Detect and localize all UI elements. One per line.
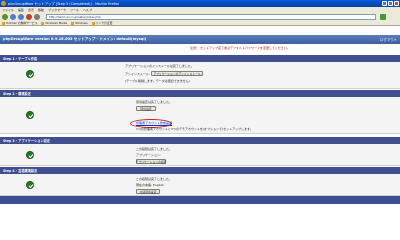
step-3-body xyxy=(0,144,400,166)
window-title: phpGroupWare セットアップ [Step 3 (Completed)]… xyxy=(8,2,120,6)
bookmark-icon xyxy=(91,21,95,25)
step-1-header: Step 1 - テーブル作成 xyxy=(0,55,400,62)
step-3-label: アプリケーション: xyxy=(136,153,161,157)
check-icon xyxy=(26,111,34,119)
window-controls xyxy=(382,1,399,6)
step-4-header: Step 4 - 言語環境設定 xyxy=(0,167,400,174)
manage-applications-button[interactable]: アプリケーションの設定 xyxy=(136,159,166,164)
menu-bookmarks[interactable]: ブックマーク xyxy=(48,8,66,12)
maximize-icon[interactable] xyxy=(388,1,393,6)
firefox-icon xyxy=(1,1,6,6)
back-icon[interactable] xyxy=(2,13,8,20)
bookmark-hotmail[interactable]: Hotmail の無料サービス xyxy=(2,21,37,25)
edit-config-button[interactable]: 環境設定 xyxy=(136,106,156,111)
step-1-status: アプリケーションのインストールは完了しました。 xyxy=(125,64,194,68)
manage-languages-button[interactable]: 言語環境設定 xyxy=(136,189,160,194)
bookmark-windows-media[interactable]: Windows Media xyxy=(41,21,67,25)
step-1-note: (テーブル削除します。データは復旧できません) xyxy=(125,79,190,83)
nav-toolbar: http://demo.xx.co.jp/setup/index.php xyxy=(0,12,400,21)
step-4-status: この段階は完了しました。 xyxy=(136,177,173,181)
uninstall-apps-button[interactable]: アプリケーションのアンインストール xyxy=(151,71,203,76)
check-icon xyxy=(26,181,34,189)
reload-icon[interactable] xyxy=(18,13,24,20)
menu-file[interactable]: ファイル xyxy=(2,8,14,12)
menu-edit[interactable]: 編集 xyxy=(18,8,24,12)
stop-icon[interactable] xyxy=(26,13,32,20)
menu-view[interactable]: 表示 xyxy=(28,8,34,12)
home-icon[interactable] xyxy=(34,13,40,20)
browser-title-bar: phpGroupWare セットアップ [Step 3 (Completed)]… xyxy=(0,0,400,7)
menu-go[interactable]: 移動 xyxy=(38,8,44,12)
bookmark-icon xyxy=(71,21,75,25)
check-icon xyxy=(26,70,34,78)
page-header: phpGroupWare version 0.9.16.003 セットアップ -… xyxy=(0,35,400,44)
bookmarks-bar: Hotmail の無料サービス Windows Media Windows リン… xyxy=(0,21,400,26)
url-input[interactable]: http://demo.xx.co.jp/setup/index.php xyxy=(46,13,376,20)
page-title: phpGroupWare version 0.9.16.003 セットアップ -… xyxy=(3,37,147,41)
step-4-body xyxy=(0,174,400,196)
minimize-icon[interactable] xyxy=(382,1,387,6)
step-2-status: 環境設定は完了しました。 xyxy=(136,100,173,104)
url-text: http://demo.xx.co.jp/setup/index.php xyxy=(49,14,101,19)
page-footer-bar xyxy=(0,196,400,204)
menu-help[interactable]: ヘルプ xyxy=(83,8,92,12)
bookmark-icon xyxy=(41,21,45,25)
close-icon[interactable] xyxy=(394,1,399,6)
password-warning: 注意！ セットアップ完了後はデフォルトパスワードを変更してください。 xyxy=(190,45,290,50)
step-4-current-language: 現在の言語: English xyxy=(136,183,164,187)
forward-icon[interactable] xyxy=(10,13,16,20)
bookmark-windows[interactable]: Windows xyxy=(71,21,88,25)
menu-tools[interactable]: ツール xyxy=(70,8,79,12)
logout-link[interactable]: ログアウト xyxy=(380,37,397,42)
go-icon[interactable] xyxy=(380,13,386,20)
bookmark-customize-links[interactable]: リンクの変更 xyxy=(91,21,112,25)
bookmark-icon xyxy=(2,21,5,25)
check-icon xyxy=(26,151,34,159)
step-1-uninstall-label: アンインストール: xyxy=(125,72,150,76)
step-3-header: Step 3 - アプリケーション設定 xyxy=(0,137,400,144)
step-2-description: 1つの管理者アカウントと3つのデモアカウントを(オプションで)セットアップします… xyxy=(136,127,253,131)
step-3-status: この段階は完了しました。 xyxy=(136,147,173,151)
step-2-header: Step 2 - 環境設定 xyxy=(0,90,400,97)
